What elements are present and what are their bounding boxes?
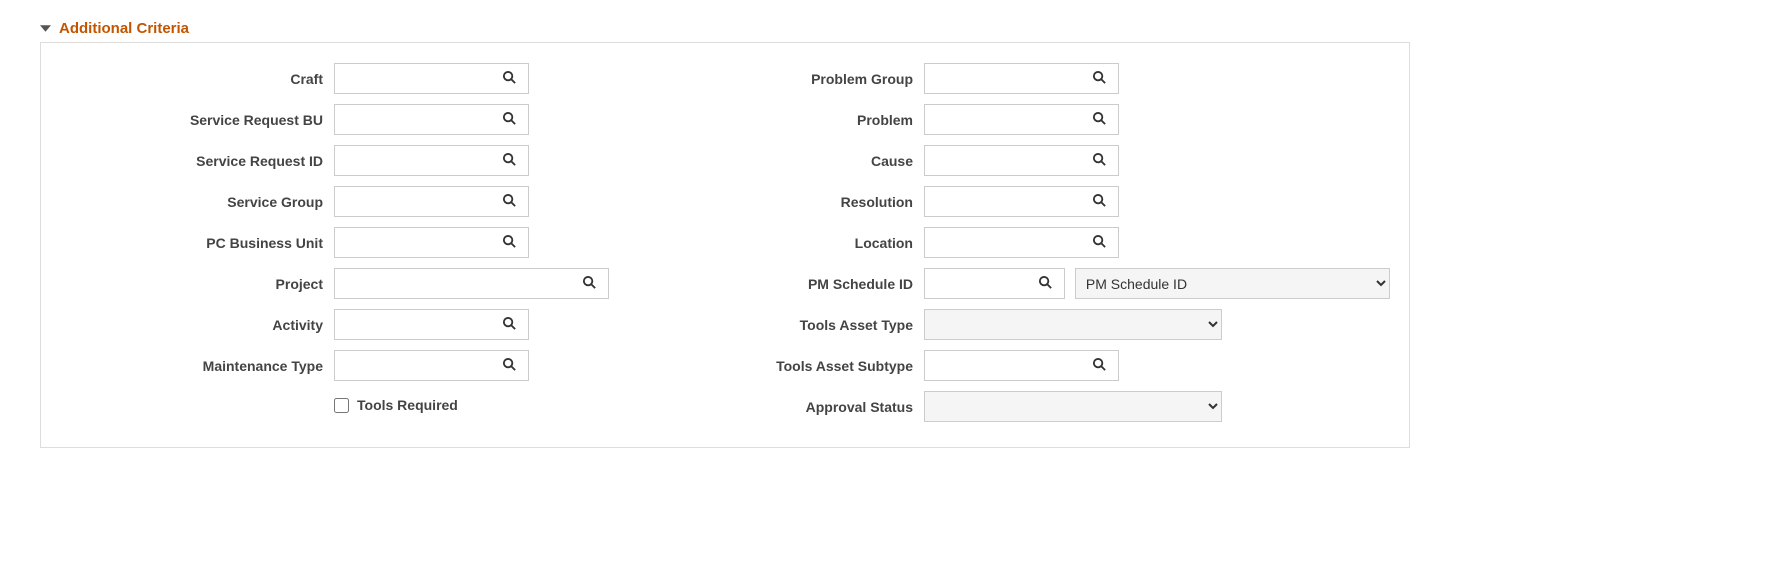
location-input[interactable]	[925, 228, 1085, 257]
pc-business-unit-label: PC Business Unit	[51, 222, 331, 263]
problem-label: Problem	[761, 99, 921, 140]
tools-required-label: Tools Required	[357, 397, 458, 413]
maintenance-type-input[interactable]	[335, 351, 495, 380]
service-request-id-lookup	[334, 145, 529, 176]
tools-asset-subtype-input[interactable]	[925, 351, 1085, 380]
search-icon	[1092, 111, 1107, 129]
cause-input[interactable]	[925, 146, 1085, 175]
service-request-bu-lookup	[334, 104, 529, 135]
service-group-lookup	[334, 186, 529, 217]
craft-label: Craft	[51, 58, 331, 99]
location-lookup	[924, 227, 1119, 258]
search-icon	[1038, 275, 1053, 293]
service-request-id-lookup-button[interactable]	[495, 146, 523, 175]
search-icon	[502, 111, 517, 129]
pc-business-unit-lookup-button[interactable]	[495, 228, 523, 257]
search-icon	[502, 234, 517, 252]
tools-asset-type-select[interactable]	[924, 309, 1222, 340]
cause-label: Cause	[761, 140, 921, 181]
service-group-label: Service Group	[51, 181, 331, 222]
location-label: Location	[761, 222, 921, 263]
service-group-lookup-button[interactable]	[495, 187, 523, 216]
section-title: Additional Criteria	[59, 20, 189, 37]
tools-required-checkbox[interactable]	[334, 398, 349, 413]
pm-schedule-id-lookup-button[interactable]	[1031, 269, 1059, 298]
activity-input[interactable]	[335, 310, 495, 339]
project-label: Project	[51, 263, 331, 304]
search-icon	[502, 70, 517, 88]
additional-criteria-panel: Craft Problem Group	[40, 42, 1410, 448]
activity-lookup	[334, 309, 529, 340]
tools-asset-subtype-lookup-button[interactable]	[1085, 351, 1113, 380]
search-icon	[1092, 152, 1107, 170]
search-icon	[502, 357, 517, 375]
service-request-id-input[interactable]	[335, 146, 495, 175]
pc-business-unit-input[interactable]	[335, 228, 495, 257]
search-icon	[1092, 70, 1107, 88]
activity-label: Activity	[51, 304, 331, 345]
pm-schedule-id-select[interactable]: PM Schedule ID	[1075, 268, 1390, 299]
location-lookup-button[interactable]	[1085, 228, 1113, 257]
problem-input[interactable]	[925, 105, 1085, 134]
tools-asset-type-label: Tools Asset Type	[761, 304, 921, 345]
search-icon	[582, 275, 597, 293]
search-icon	[1092, 193, 1107, 211]
problem-group-input[interactable]	[925, 64, 1085, 93]
problem-lookup	[924, 104, 1119, 135]
search-icon	[502, 152, 517, 170]
approval-status-select[interactable]	[924, 391, 1222, 422]
resolution-label: Resolution	[761, 181, 921, 222]
project-lookup	[334, 268, 609, 299]
craft-lookup-button[interactable]	[495, 64, 523, 93]
resolution-lookup-button[interactable]	[1085, 187, 1113, 216]
cause-lookup-button[interactable]	[1085, 146, 1113, 175]
search-icon	[1092, 234, 1107, 252]
pc-business-unit-lookup	[334, 227, 529, 258]
problem-group-lookup-button[interactable]	[1085, 64, 1113, 93]
search-icon	[502, 316, 517, 334]
service-request-bu-lookup-button[interactable]	[495, 105, 523, 134]
resolution-input[interactable]	[925, 187, 1085, 216]
problem-group-label: Problem Group	[761, 58, 921, 99]
service-request-bu-input[interactable]	[335, 105, 495, 134]
maintenance-type-label: Maintenance Type	[51, 345, 331, 386]
service-request-bu-label: Service Request BU	[51, 99, 331, 140]
project-input[interactable]	[335, 269, 575, 298]
search-icon	[502, 193, 517, 211]
search-icon	[1092, 357, 1107, 375]
service-request-id-label: Service Request ID	[51, 140, 331, 181]
maintenance-type-lookup	[334, 350, 529, 381]
maintenance-type-lookup-button[interactable]	[495, 351, 523, 380]
project-lookup-button[interactable]	[575, 269, 603, 298]
cause-lookup	[924, 145, 1119, 176]
pm-schedule-id-input[interactable]	[925, 269, 1031, 298]
section-header[interactable]: Additional Criteria	[40, 20, 1733, 37]
caret-down-icon	[40, 23, 51, 34]
craft-lookup	[334, 63, 529, 94]
pm-schedule-id-lookup	[924, 268, 1065, 299]
pm-schedule-id-label: PM Schedule ID	[761, 263, 921, 304]
activity-lookup-button[interactable]	[495, 310, 523, 339]
tools-asset-subtype-label: Tools Asset Subtype	[761, 345, 921, 386]
tools-asset-subtype-lookup	[924, 350, 1119, 381]
resolution-lookup	[924, 186, 1119, 217]
service-group-input[interactable]	[335, 187, 495, 216]
problem-lookup-button[interactable]	[1085, 105, 1113, 134]
craft-input[interactable]	[335, 64, 495, 93]
problem-group-lookup	[924, 63, 1119, 94]
approval-status-label: Approval Status	[761, 386, 921, 427]
